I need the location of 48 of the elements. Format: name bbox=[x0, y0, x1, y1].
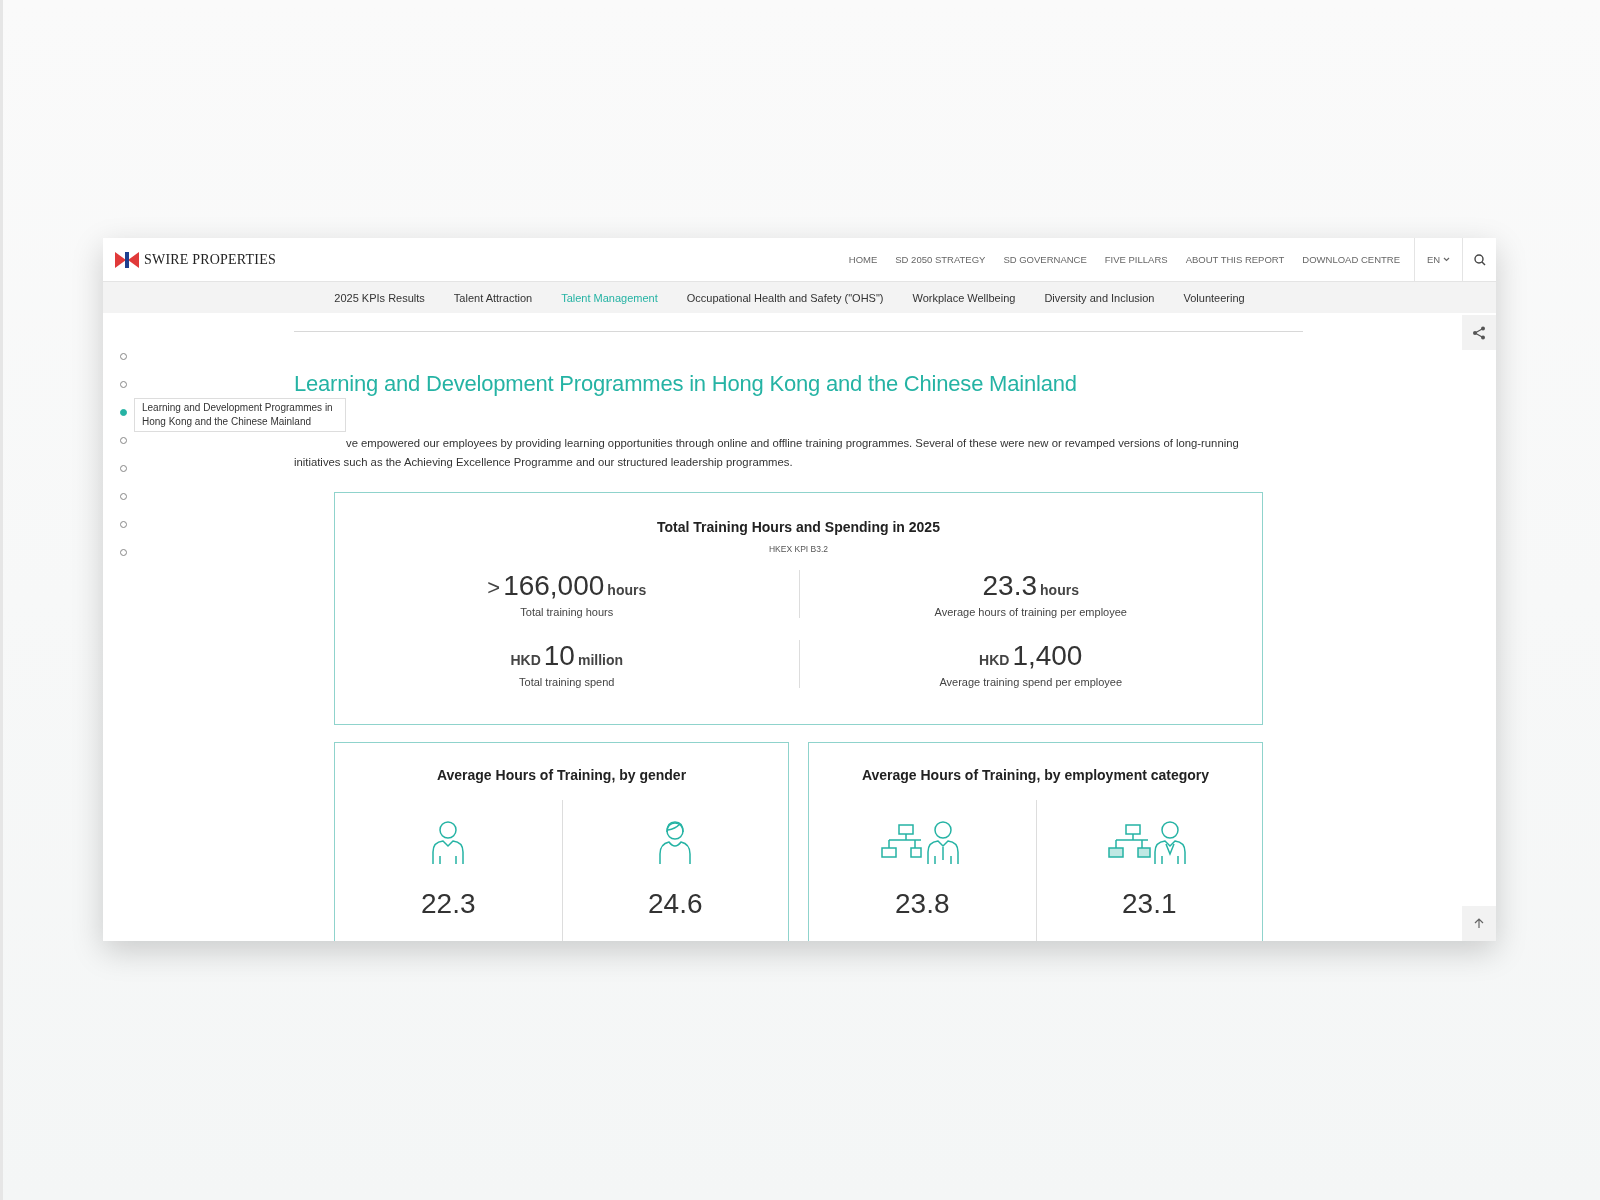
nav-link[interactable]: ABOUT THIS REPORT bbox=[1185, 254, 1285, 265]
stat-label: Total training spend bbox=[519, 676, 615, 688]
back-to-top-button[interactable] bbox=[1462, 906, 1496, 941]
section-title: Learning and Development Programmes in Hong Kong and the Chinese Mainland bbox=[294, 372, 1078, 396]
chevron-icon bbox=[1443, 257, 1451, 262]
stat-label: Average training spend per employee bbox=[939, 676, 1123, 688]
card-title: Average Hours of Training, by employment category bbox=[861, 767, 1210, 783]
section-dot[interactable] bbox=[120, 409, 127, 416]
stat-value: 23.3 hours bbox=[982, 570, 1079, 602]
stat-value: HKD 10 million bbox=[510, 640, 624, 672]
stat-value: 23.8 bbox=[895, 888, 950, 920]
section-dot[interactable] bbox=[120, 437, 127, 444]
nav-link[interactable]: DOWNLOAD CENTRE bbox=[1302, 254, 1400, 265]
logo-icon bbox=[115, 251, 139, 268]
section-dot[interactable] bbox=[120, 521, 127, 528]
sub-nav-tab[interactable]: 2025 KPIs Results bbox=[334, 291, 425, 304]
share-button[interactable] bbox=[1462, 315, 1496, 350]
stat-value: 22.3 bbox=[421, 888, 476, 920]
language-button[interactable]: EN bbox=[1414, 238, 1462, 281]
card-title: Average Hours of Training, by gender bbox=[436, 767, 687, 783]
section-dot[interactable] bbox=[120, 465, 127, 472]
sub-nav-tab[interactable]: Occupational Health and Safety ("OHS") bbox=[686, 291, 884, 304]
logo-text: SWIRE PROPERTIES bbox=[144, 251, 276, 268]
card-subtitle: HKEX KPI B3.2 bbox=[768, 544, 829, 554]
stat-label: Average hours of training per employee bbox=[934, 606, 1127, 618]
nav-link[interactable]: SD GOVERNANCE bbox=[1003, 254, 1087, 265]
nav-link[interactable]: HOME bbox=[848, 254, 878, 265]
stat-value: 24.6 bbox=[648, 888, 703, 920]
sub-nav-tab[interactable]: Workplace Wellbeing bbox=[912, 291, 1016, 304]
sub-nav-tab[interactable]: Diversity and Inclusion bbox=[1044, 291, 1155, 304]
sub-nav-tab[interactable]: Volunteering bbox=[1183, 291, 1245, 304]
section-dot[interactable] bbox=[120, 381, 127, 388]
stat-value: 23.1 bbox=[1122, 888, 1177, 920]
stat-value: HKD 1,400 bbox=[979, 640, 1083, 672]
nav-link[interactable]: SD 2050 STRATEGY bbox=[895, 254, 986, 265]
arrow-up-icon bbox=[1474, 918, 1484, 929]
section-dot[interactable] bbox=[120, 493, 127, 500]
nav-link[interactable]: FIVE PILLARS bbox=[1104, 254, 1168, 265]
section-dot[interactable] bbox=[120, 353, 127, 360]
tooltip: Learning and Development Programmes in Hong Kong and the Chinese Mainland bbox=[134, 398, 346, 432]
stat-label: Total training hours bbox=[520, 606, 614, 618]
intro-paragraph: ve empowered our employees by providing learning opportunities through online and offline training programmes. Several of these were new or revamped versions of long-running initiatives such as the Achieving Excellence Programme and our structured leadership programmes. bbox=[294, 436, 1240, 470]
search-icon bbox=[1473, 253, 1486, 266]
stat-value: >166,000 hours bbox=[487, 570, 647, 602]
share-icon bbox=[1472, 325, 1486, 340]
section-dot[interactable] bbox=[120, 549, 127, 556]
card-title: Total Training Hours and Spending in 2025 bbox=[657, 519, 940, 535]
sub-nav-tab[interactable]: Talent Attraction bbox=[453, 291, 533, 304]
